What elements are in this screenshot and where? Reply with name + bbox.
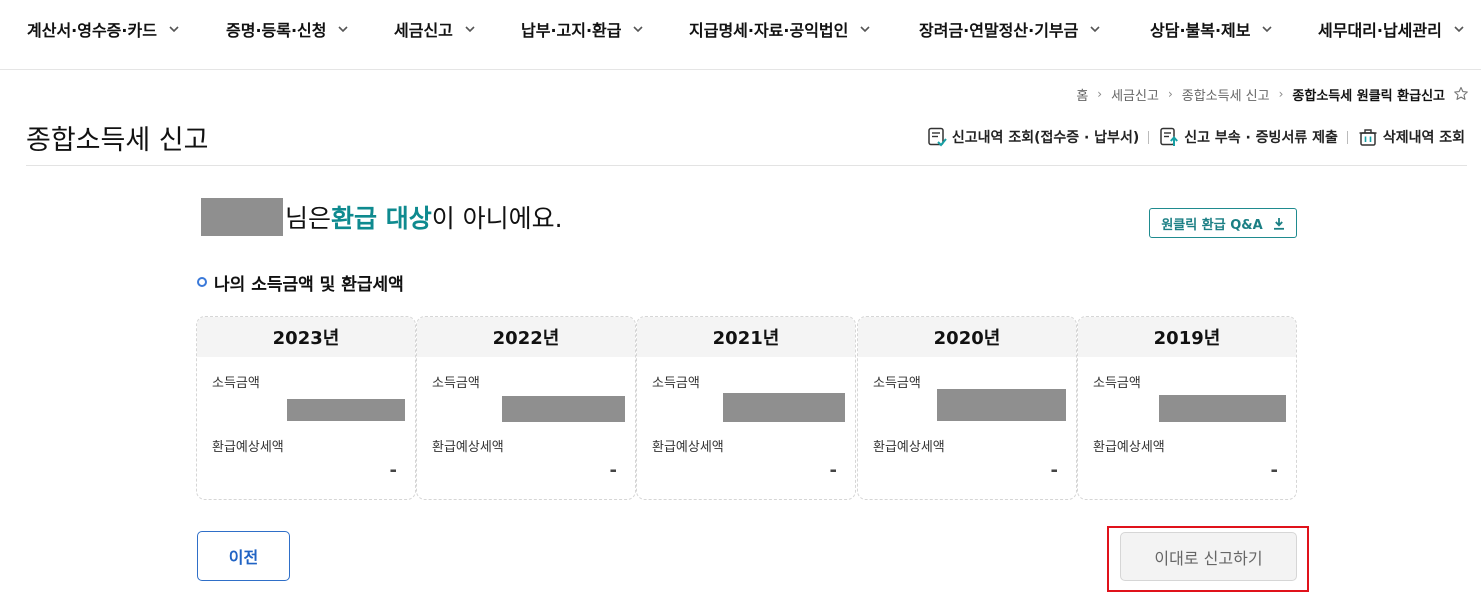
header-links: 신고내역 조회(접수증 · 납부서) 신고 부속 · 증빙서류 제출 삭제내역 … [926,125,1465,149]
refund-value: - [1050,460,1058,481]
refund-value: - [609,460,617,481]
attach-documents-label: 신고 부속 · 증빙서류 제출 [1184,130,1338,146]
redacted-user-name [201,198,283,236]
nav-item-certificates[interactable]: 증명·등록·신청 [226,17,350,41]
chevron-down-icon [1090,26,1100,33]
refund-label: 환급예상세액 [873,440,945,455]
attach-documents-link[interactable]: 신고 부속 · 증빙서류 제출 [1158,126,1338,148]
nav-item-label: 지급명세·자료·공익법인 [689,21,849,40]
nav-item-statements[interactable]: 지급명세·자료·공익법인 [689,17,872,41]
nav-item-consulting[interactable]: 상담·불복·제보 [1150,17,1274,41]
chevron-down-icon [465,26,475,33]
breadcrumb-home[interactable]: 홈 [1076,85,1088,104]
bullet-circle-icon [197,277,207,287]
star-icon[interactable] [1453,86,1469,102]
redacted-income-amount [723,393,845,422]
breadcrumb: 홈 › 세금신고 › 종합소득세 신고 › 종합소득세 원클릭 환급신고 [1076,84,1469,104]
section-title-label: 나의 소득금액 및 환급세액 [214,274,404,295]
chevron-down-icon [169,26,179,33]
nav-item-label: 세금신고 [394,21,453,40]
result-message: 님은 환급 대상 이 아니에요. [201,197,563,237]
nav-item-label: 계산서·영수증·카드 [27,21,157,40]
breadcrumb-separator-icon: › [1097,87,1103,101]
year-card: 2021년 소득금액 환급예상세액 - [636,316,856,500]
refund-label: 환급예상세액 [432,440,504,455]
divider [1148,130,1150,144]
refund-qa-button[interactable]: 원클릭 환급 Q&A [1149,208,1297,238]
redacted-income-amount [1159,395,1286,422]
refund-qa-label: 원클릭 환급 Q&A [1161,217,1263,233]
chevron-down-icon [860,26,870,33]
year-card-title: 2020년 [858,317,1076,357]
result-text-suffix: 이 아니에요. [431,204,563,233]
breadcrumb-tax-filing[interactable]: 세금신고 [1111,85,1159,104]
nav-item-payment[interactable]: 납부·고지·환급 [521,17,645,41]
document-upload-icon [1160,127,1179,146]
yearly-summary-cards: 2023년 소득금액 환급예상세액 - 2022년 소득금액 환급예상세액 - … [196,316,1297,500]
refund-label: 환급예상세액 [212,440,284,455]
divider [1346,130,1348,144]
year-card-title: 2019년 [1078,317,1296,357]
header-divider [26,165,1467,166]
year-card: 2023년 소득금액 환급예상세액 - [196,316,416,500]
chevron-down-icon [633,26,644,33]
trash-icon [1359,129,1377,146]
year-card: 2019년 소득금액 환급예상세액 - [1077,316,1297,500]
nav-item-invoice[interactable]: 계산서·영수증·카드 [27,17,181,41]
year-card-title: 2022년 [417,317,635,357]
filing-history-link[interactable]: 신고내역 조회(접수증 · 납부서) [926,126,1139,148]
nav-item-label: 납부·고지·환급 [521,21,622,40]
redacted-income-amount [937,389,1066,421]
nav-item-incentives[interactable]: 장려금·연말정산·기부금 [919,17,1102,41]
nav-item-tax-filing[interactable]: 세금신고 [394,17,477,41]
nav-item-tax-agent[interactable]: 세무대리·납세관리 [1318,17,1466,41]
refund-value: - [829,460,837,481]
filing-history-label: 신고내역 조회(접수증 · 납부서) [951,130,1140,146]
refund-label: 환급예상세액 [652,440,724,455]
year-card: 2020년 소득금액 환급예상세액 - [857,316,1077,500]
refund-value: - [1270,460,1278,481]
submit-filing-button[interactable]: 이대로 신고하기 [1120,532,1297,581]
breadcrumb-separator-icon: › [1278,87,1284,101]
top-navigation: 계산서·영수증·카드 증명·등록·신청 세금신고 납부·고지·환급 지급명세·자… [0,0,1481,70]
chevron-down-icon [1454,26,1464,33]
chevron-down-icon [338,26,349,33]
year-card-title: 2023년 [197,317,415,357]
result-highlight: 환급 대상 [331,204,432,233]
previous-button[interactable]: 이전 [197,531,290,581]
breadcrumb-income-tax[interactable]: 종합소득세 신고 [1182,85,1270,104]
refund-value: - [389,460,397,481]
income-label: 소득금액 [432,376,480,391]
nav-item-label: 장려금·연말정산·기부금 [919,21,1079,40]
redacted-income-amount [502,396,625,422]
nav-item-label: 세무대리·납세관리 [1318,21,1442,40]
deleted-history-link[interactable]: 삭제내역 조회 [1357,126,1465,148]
nav-item-label: 증명·등록·신청 [226,21,327,40]
income-label: 소득금액 [873,376,921,391]
breadcrumb-separator-icon: › [1167,87,1173,101]
nav-item-label: 상담·불복·제보 [1150,21,1251,40]
chevron-down-icon [1262,26,1273,33]
section-title: 나의 소득금액 및 환급세액 [197,270,404,295]
deleted-history-label: 삭제내역 조회 [1382,130,1465,146]
download-icon [1273,217,1284,230]
page-title: 종합소득세 신고 [26,125,209,156]
income-label: 소득금액 [1093,376,1141,391]
year-card-title: 2021년 [637,317,855,357]
refund-label: 환급예상세액 [1093,440,1165,455]
document-list-icon [928,127,947,147]
year-card: 2022년 소득금액 환급예상세액 - [416,316,636,500]
income-label: 소득금액 [212,376,260,391]
breadcrumb-current: 종합소득세 원클릭 환급신고 [1292,88,1445,104]
redacted-income-amount [287,399,405,421]
result-text-prefix: 님은 [285,204,332,233]
income-label: 소득금액 [652,376,700,391]
